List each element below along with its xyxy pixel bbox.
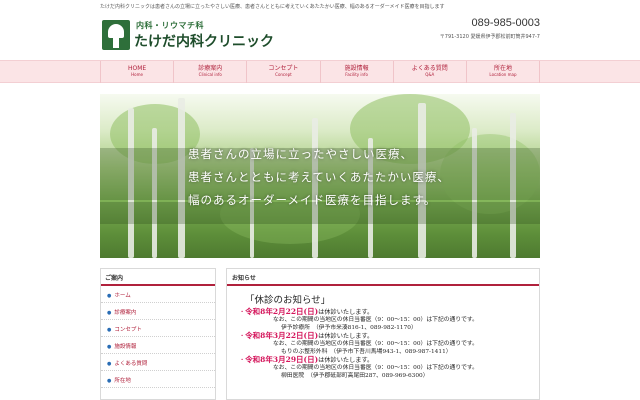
nav-item-home[interactable]: HOME Home: [100, 61, 173, 83]
nav-label: コンセプト: [268, 65, 299, 72]
closure-entry: ・令和8年3月22日(日)は休診いたします。: [239, 331, 374, 341]
sidebar-item-clinical-info[interactable]: ● 診療案内: [101, 303, 215, 320]
nav-label: 所在地: [493, 65, 512, 72]
duty-doctor-note: なお、この期間の当地区の休日当番医（9：00～15：00）は下記の通りです。: [273, 341, 478, 347]
sidebar-item-location[interactable]: ● 所在地: [101, 371, 215, 388]
bullet-icon: ●: [107, 344, 112, 350]
sidebar-item-label: 所在地: [114, 378, 131, 384]
bullet-icon: ●: [107, 327, 112, 333]
closure-suffix: は休診いたします。: [318, 333, 374, 340]
nav-sublabel: Q&A: [425, 72, 435, 77]
closure-suffix: は休診いたします。: [318, 357, 374, 364]
bullet-icon: ●: [107, 361, 112, 367]
sidebar-item-home[interactable]: ● ホーム: [101, 286, 215, 303]
bullet-icon: ●: [107, 293, 112, 299]
nav-sublabel: Facility info: [345, 72, 368, 77]
clinic-logo[interactable]: 内科・リウマチ科 たけだ内科クリニック: [102, 20, 274, 52]
closure-entry: ・令和8年2月22日(日)は休診いたします。: [239, 307, 374, 317]
nav-item-facility-info[interactable]: 施設情報 Facility info: [319, 61, 393, 83]
nav-item-qa[interactable]: よくある質問 Q&A: [392, 61, 466, 83]
sidebar-item-facility-info[interactable]: ● 施設情報: [101, 337, 215, 354]
closure-notice-heading: 「休診のお知らせ」: [245, 295, 331, 306]
hero-message-line-3: 幅のあるオーダーメイド医療を目指します。: [188, 193, 437, 207]
closure-date: 令和8年2月22日(日): [245, 307, 319, 316]
closure-date: 令和8年3月22日(日): [245, 331, 319, 340]
sidebar-item-label: 施設情報: [114, 344, 137, 350]
nav-sublabel: Location map: [489, 72, 517, 77]
nav-label: HOME: [127, 65, 147, 72]
clinic-address: 〒791-3120 愛媛県伊予郡松前町筒井947-7: [439, 34, 540, 40]
nav-item-location[interactable]: 所在地 Location map: [465, 61, 541, 83]
tree-logo-icon: [102, 20, 130, 50]
hero-message-line-1: 患者さんの立場に立ったやさしい医療、: [188, 147, 413, 161]
nav-item-clinical-info[interactable]: 診療案内 Clinical info: [173, 61, 246, 83]
bullet-icon: ●: [107, 378, 112, 384]
sidebar-item-label: よくある質問: [114, 361, 148, 367]
logo-clinic-name: たけだ内科クリニック: [134, 34, 274, 50]
nav-sublabel: Clinical info: [198, 72, 222, 77]
sidebar-item-qa[interactable]: ● よくある質問: [101, 354, 215, 371]
news-title: お知らせ: [227, 269, 539, 286]
duty-doctor-note: なお、この期間の当地区の休日当番医（9：00～15：00）は下記の通りです。: [273, 317, 478, 323]
nav-label: 施設情報: [344, 65, 369, 72]
closure-suffix: は休診いたします。: [318, 309, 374, 316]
sidebar-item-label: 診療案内: [114, 310, 137, 316]
closure-date: 令和8年3月29日(日): [245, 355, 319, 364]
closure-entry: ・令和8年3月29日(日)は休診いたします。: [239, 355, 374, 365]
sidebar-item-label: ホーム: [114, 293, 131, 299]
global-nav: HOME Home 診療案内 Clinical info コンセプト Concept …: [0, 60, 640, 83]
duty-doctor-note: なお、この期間の当地区の休日当番医（9：00～15：00）は下記の通りです。: [273, 365, 478, 371]
nav-label: よくある質問: [411, 65, 448, 72]
duty-doctor-detail: 柳田医院 （伊予郡砥部町高尾田287、089-969-6300）: [281, 372, 429, 379]
sidebar-item-concept[interactable]: ● コンセプト: [101, 320, 215, 337]
nav-sublabel: Home: [131, 72, 143, 77]
logo-subtitle: 内科・リウマチ科: [136, 21, 204, 30]
news-panel: お知らせ 「休診のお知らせ」 ・令和8年2月22日(日)は休診いたします。 なお…: [226, 268, 540, 400]
sidebar-title: ご案内: [101, 269, 215, 286]
bullet-icon: ●: [107, 310, 112, 316]
sidebar-item-label: コンセプト: [114, 327, 142, 333]
nav-label: 診療案内: [198, 65, 223, 72]
phone-number: 089-985-0003: [471, 17, 540, 29]
header-tagline: たけだ内科クリニックは患者さんの立場に立ったやさしい医療、患者さんとともに考えて…: [100, 4, 445, 10]
hero-message-line-2: 患者さんとともに考えていくあたたかい医療、: [188, 170, 450, 184]
sidebar-guide: ご案内 ● ホーム ● 診療案内 ● コンセプト ● 施設情報 ● よくある質問 ● 所在地: [100, 268, 216, 400]
nav-item-concept[interactable]: コンセプト Concept: [246, 61, 319, 83]
nav-sublabel: Concept: [275, 72, 292, 77]
hero-forest-image: 患者さんの立場に立ったやさしい医療、 患者さんとともに考えていくあたたかい医療、…: [100, 94, 540, 258]
